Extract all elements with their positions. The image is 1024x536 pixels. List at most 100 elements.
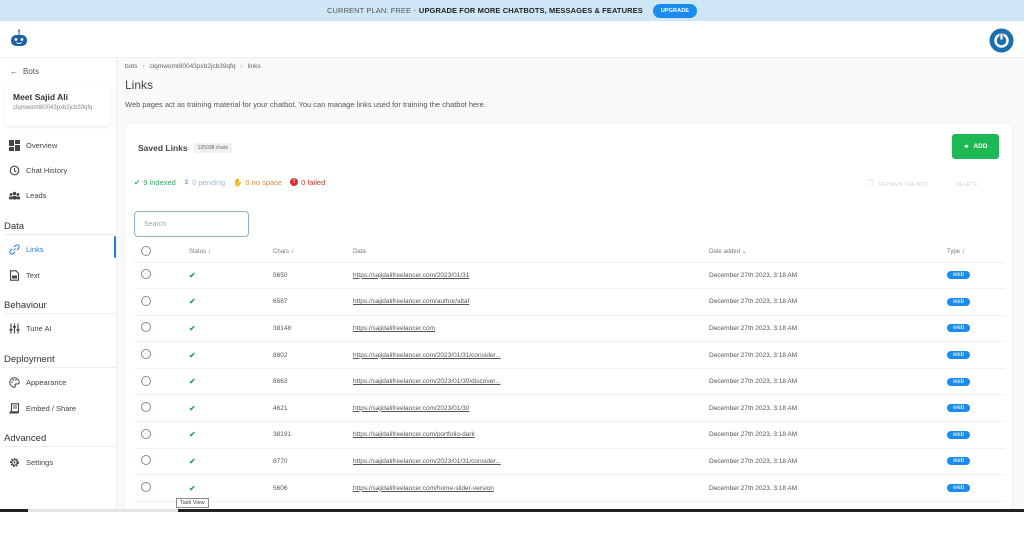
bot-card: Meet Sajid Ali clqmwomt80043pxb2jcb39qfq	[5, 84, 111, 126]
header-type[interactable]: Type ↕	[947, 242, 1005, 263]
sidebar-item-settings[interactable]: Settings	[9, 455, 109, 469]
type-badge: web	[947, 457, 971, 466]
pending-stat: ⧗ 0 pending	[184, 177, 225, 187]
task-view-tooltip: Task View	[176, 498, 209, 508]
row-checkbox[interactable]	[141, 322, 151, 333]
sidebar-item-links[interactable]: Links	[9, 242, 109, 256]
file-refresh-icon: 🗋	[867, 179, 874, 188]
row-url-link[interactable]: https://sajidalifreelancer.com	[353, 325, 435, 332]
type-badge: web	[947, 484, 971, 493]
header-date-added[interactable]: Date added ⌄	[709, 242, 947, 263]
row-checkbox[interactable]	[141, 375, 151, 386]
sidebar-item-label: Settings	[26, 457, 54, 467]
breadcrumb-bots[interactable]: bots	[125, 63, 137, 70]
sort-icon: ↕	[961, 248, 965, 255]
arrow-left-icon: ←	[10, 67, 18, 76]
row-url-link[interactable]: https://sajidalifreelancer.com/2023/01/3…	[353, 458, 501, 465]
select-all-checkbox[interactable]	[141, 245, 151, 256]
breadcrumb-bot-id[interactable]: clqmwomt80043pxb2jcb39qfq	[149, 63, 235, 70]
table-row: ✔ 8663 https://sajidalifreelancer.com/2023…	[134, 368, 1005, 396]
indexed-check-icon: ✔	[189, 323, 196, 333]
power-icon[interactable]	[989, 28, 1014, 53]
section-title-data: Data	[4, 221, 116, 235]
row-chars: 8802	[273, 341, 353, 369]
row-checkbox[interactable]	[141, 428, 151, 439]
row-url-link[interactable]: https://sajidalifreelancer.com/2023/01/3…	[353, 405, 469, 412]
type-badge: web	[947, 404, 971, 413]
upsell-text: UPGRADE FOR MORE CHATBOTS, MESSAGES & FE…	[418, 6, 643, 15]
row-date: December 27th 2023, 3:18 AM	[709, 474, 947, 502]
main-content: bots › clqmwomt80043pxb2jcb39qfq › links…	[117, 58, 1024, 510]
sidebar-item-embed-share[interactable]: Embed / Share	[9, 401, 109, 415]
header-chars[interactable]: Chars ↕	[273, 242, 353, 263]
back-label: Bots	[23, 67, 40, 76]
sort-icon: ↕	[290, 248, 294, 255]
section-title-advanced: Advanced	[4, 433, 116, 447]
type-badge: web	[947, 377, 971, 386]
chevron-right-icon: ›	[240, 63, 243, 70]
sidebar-item-tune-ai[interactable]: Tune AI	[9, 321, 109, 335]
breadcrumb: bots › clqmwomt80043pxb2jcb39qfq › links	[125, 63, 261, 70]
page-title: Links	[125, 78, 154, 92]
header-status[interactable]: Status ↕	[189, 242, 273, 263]
row-chars: 5650	[273, 262, 353, 290]
indexed-check-icon: ✔	[189, 430, 196, 440]
row-chars: 4621	[273, 394, 353, 423]
row-url-link[interactable]: https://sajidalifreelancer.com/2023/01/3…	[353, 272, 469, 279]
row-url-link[interactable]: https://sajidalifreelancer.com/2023/01/3…	[353, 352, 501, 359]
delete-button[interactable]: DELETE	[956, 182, 977, 188]
saved-links-card: Saved Links 125038 chars ⚭ ADD ✔ 9 indexe…	[125, 124, 1012, 510]
sliders-icon	[9, 323, 20, 333]
row-checkbox[interactable]	[141, 402, 151, 413]
no-space-stat: ✋ 0 no space	[233, 178, 282, 187]
sidebar-item-label: Text	[26, 270, 40, 280]
no-space-count: 0 no space	[245, 177, 283, 187]
row-chars: 8770	[273, 448, 353, 476]
top-bar	[0, 21, 1024, 58]
row-checkbox[interactable]	[141, 295, 151, 306]
table-row: ✔ 6587 https://sajidalifreelancer.com/auth…	[134, 288, 1005, 316]
row-checkbox[interactable]	[141, 269, 151, 280]
table-row: ✔ 5606 https://sajidalifreelancer.com/home…	[134, 474, 1005, 502]
sidebar-item-appearance[interactable]: Appearance	[9, 375, 109, 389]
sidebar-item-overview[interactable]: Overview	[9, 138, 109, 152]
dashboard-icon	[9, 139, 20, 151]
table-row: ✔ 38148 https://sajidalifreelancer.com Dece…	[134, 315, 1005, 343]
chars-badge: 125038 chars	[193, 143, 232, 153]
retrain-button[interactable]: 🗋 RETRAIN THE BOT	[867, 178, 928, 192]
upgrade-button[interactable]: UPGRADE	[652, 3, 698, 18]
sidebar-item-leads[interactable]: Leads	[9, 188, 109, 202]
row-url-link[interactable]: https://sajidalifreelancer.com/home-slid…	[353, 485, 494, 492]
link-plus-icon: ⚭	[963, 143, 970, 151]
robot-logo-icon[interactable]	[10, 29, 28, 49]
check-icon: ✔	[134, 177, 141, 187]
pending-count: 0 pending	[192, 177, 226, 187]
links-table: Status ↕ Chars ↕ Data Date added ⌄ Type …	[134, 242, 1005, 502]
header-data: Data	[353, 242, 709, 263]
sidebar-item-label: Links	[26, 244, 44, 254]
indexed-check-icon: ✔	[189, 270, 196, 280]
sidebar-item-text[interactable]: Text	[9, 268, 109, 282]
row-date: December 27th 2023, 3:18 AM	[709, 368, 947, 396]
search-input[interactable]	[134, 211, 249, 237]
row-checkbox[interactable]	[141, 455, 151, 466]
row-checkbox[interactable]	[141, 349, 151, 360]
row-url-link[interactable]: https://sajidalifreelancer.com/author/al…	[353, 298, 469, 305]
row-url-link[interactable]: https://sajidalifreelancer.com/2023/01/3…	[353, 378, 500, 385]
row-url-link[interactable]: https://sajidalifreelancer.com/portfolio…	[353, 431, 475, 438]
row-date: December 27th 2023, 3:18 AM	[709, 288, 947, 316]
sort-desc-icon: ⌄	[741, 249, 747, 256]
back-to-bots-link[interactable]: ← Bots	[10, 67, 39, 76]
table-row: ✔ 4621 https://sajidalifreelancer.com/2023…	[134, 394, 1005, 423]
indexed-check-icon: ✔	[189, 403, 196, 413]
hourglass-icon: ⧗	[183, 177, 190, 186]
error-icon: !	[290, 178, 299, 186]
link-icon	[9, 243, 20, 255]
row-checkbox[interactable]	[141, 482, 151, 493]
sidebar-item-label: Tune AI	[26, 323, 52, 333]
sidebar-item-chat-history[interactable]: Chat History	[9, 163, 109, 177]
add-link-button[interactable]: ⚭ ADD	[952, 134, 999, 159]
row-chars: 5606	[273, 474, 353, 502]
card-title: Saved Links 125038 chars	[138, 143, 232, 153]
type-badge: web	[947, 430, 971, 439]
